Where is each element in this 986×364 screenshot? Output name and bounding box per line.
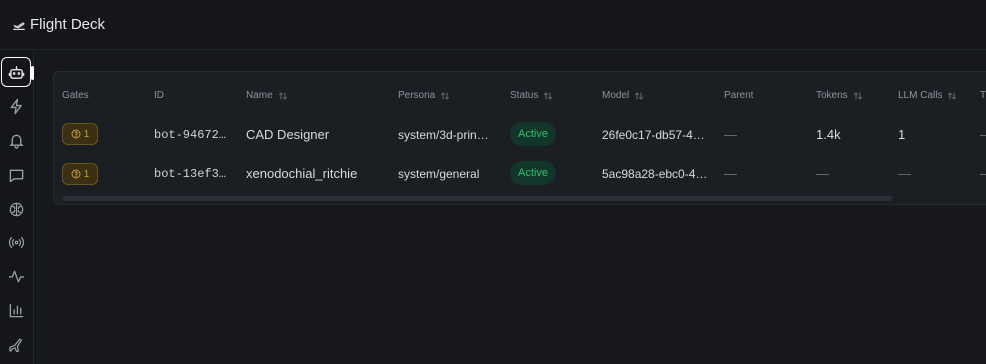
column-header-more: T (980, 90, 986, 101)
column-header-persona[interactable]: Persona (398, 90, 450, 101)
cell-llm-calls: — (898, 166, 911, 181)
cell-parent: — (724, 127, 737, 142)
gate-icon (71, 169, 81, 179)
cell-persona: system/3d-prin… (398, 128, 489, 142)
status-badge: Active (510, 161, 556, 185)
plane-icon (8, 338, 22, 352)
cell-llm-calls: 1 (898, 127, 906, 142)
cell-parent: — (724, 166, 737, 181)
app-title: Flight Deck (30, 16, 106, 33)
sidebar-item-broadcast[interactable] (1, 227, 31, 257)
sort-icon[interactable] (634, 91, 644, 101)
cell-tokens: 1.4k (816, 127, 841, 142)
message-square-icon (9, 169, 23, 182)
sidebar (0, 50, 34, 364)
cell-id: bot-94672… (154, 128, 227, 142)
bots-table: Gates ID Name Persona Status Model Paren… (53, 71, 986, 205)
cell-tokens: — (816, 166, 829, 181)
cell-persona: system/general (398, 167, 480, 181)
main-content: Gates ID Name Persona Status Model Paren… (35, 51, 986, 364)
column-header-model[interactable]: Model (602, 90, 644, 101)
column-header-parent: Parent (724, 90, 754, 101)
gate-badge[interactable]: 1 (62, 123, 98, 145)
radio-icon (8, 236, 24, 248)
sidebar-item-analytics[interactable] (1, 295, 31, 325)
bar-chart-icon (9, 303, 23, 317)
cell-model: 5ac98a28-ebc0-4… (602, 167, 708, 181)
cell-id: bot-13ef3… (154, 167, 227, 181)
gate-icon (71, 129, 81, 139)
sidebar-item-activity[interactable] (1, 261, 31, 291)
cell-more: — (980, 166, 986, 181)
app-header: Flight Deck (0, 0, 986, 50)
sidebar-item-messages[interactable] (1, 160, 31, 190)
column-header-status[interactable]: Status (510, 90, 553, 101)
bell-icon (8, 134, 24, 149)
cell-more: — (980, 127, 986, 142)
plane-takeoff-icon (12, 18, 26, 32)
sort-icon[interactable] (278, 91, 288, 101)
sort-icon[interactable] (543, 91, 553, 101)
cell-name: CAD Designer (246, 127, 330, 142)
brain-icon (9, 202, 23, 216)
column-header-llm-calls[interactable]: LLM Calls (898, 90, 957, 101)
activity-icon (8, 270, 24, 282)
robot-icon (8, 65, 24, 79)
column-header-tokens[interactable]: Tokens (816, 90, 863, 101)
sidebar-item-notifications[interactable] (1, 125, 31, 155)
cell-name: xenodochial_ritchie (246, 166, 358, 181)
cell-model: 26fe0c17-db57-4… (602, 128, 705, 142)
sidebar-item-triggers[interactable] (1, 91, 31, 121)
lightning-icon (10, 98, 22, 114)
gate-badge[interactable]: 1 (62, 163, 98, 185)
status-badge: Active (510, 122, 556, 146)
column-header-name[interactable]: Name (246, 90, 288, 101)
active-indicator (31, 66, 34, 80)
column-header-id: ID (154, 90, 164, 101)
sort-icon[interactable] (947, 91, 957, 101)
horizontal-scrollbar[interactable] (62, 196, 892, 201)
column-header-gates: Gates (62, 90, 89, 101)
sort-icon[interactable] (853, 91, 863, 101)
sort-icon[interactable] (440, 91, 450, 101)
sidebar-item-flights[interactable] (1, 329, 31, 359)
sidebar-item-bots[interactable] (1, 57, 31, 87)
sidebar-item-brain[interactable] (1, 194, 31, 224)
